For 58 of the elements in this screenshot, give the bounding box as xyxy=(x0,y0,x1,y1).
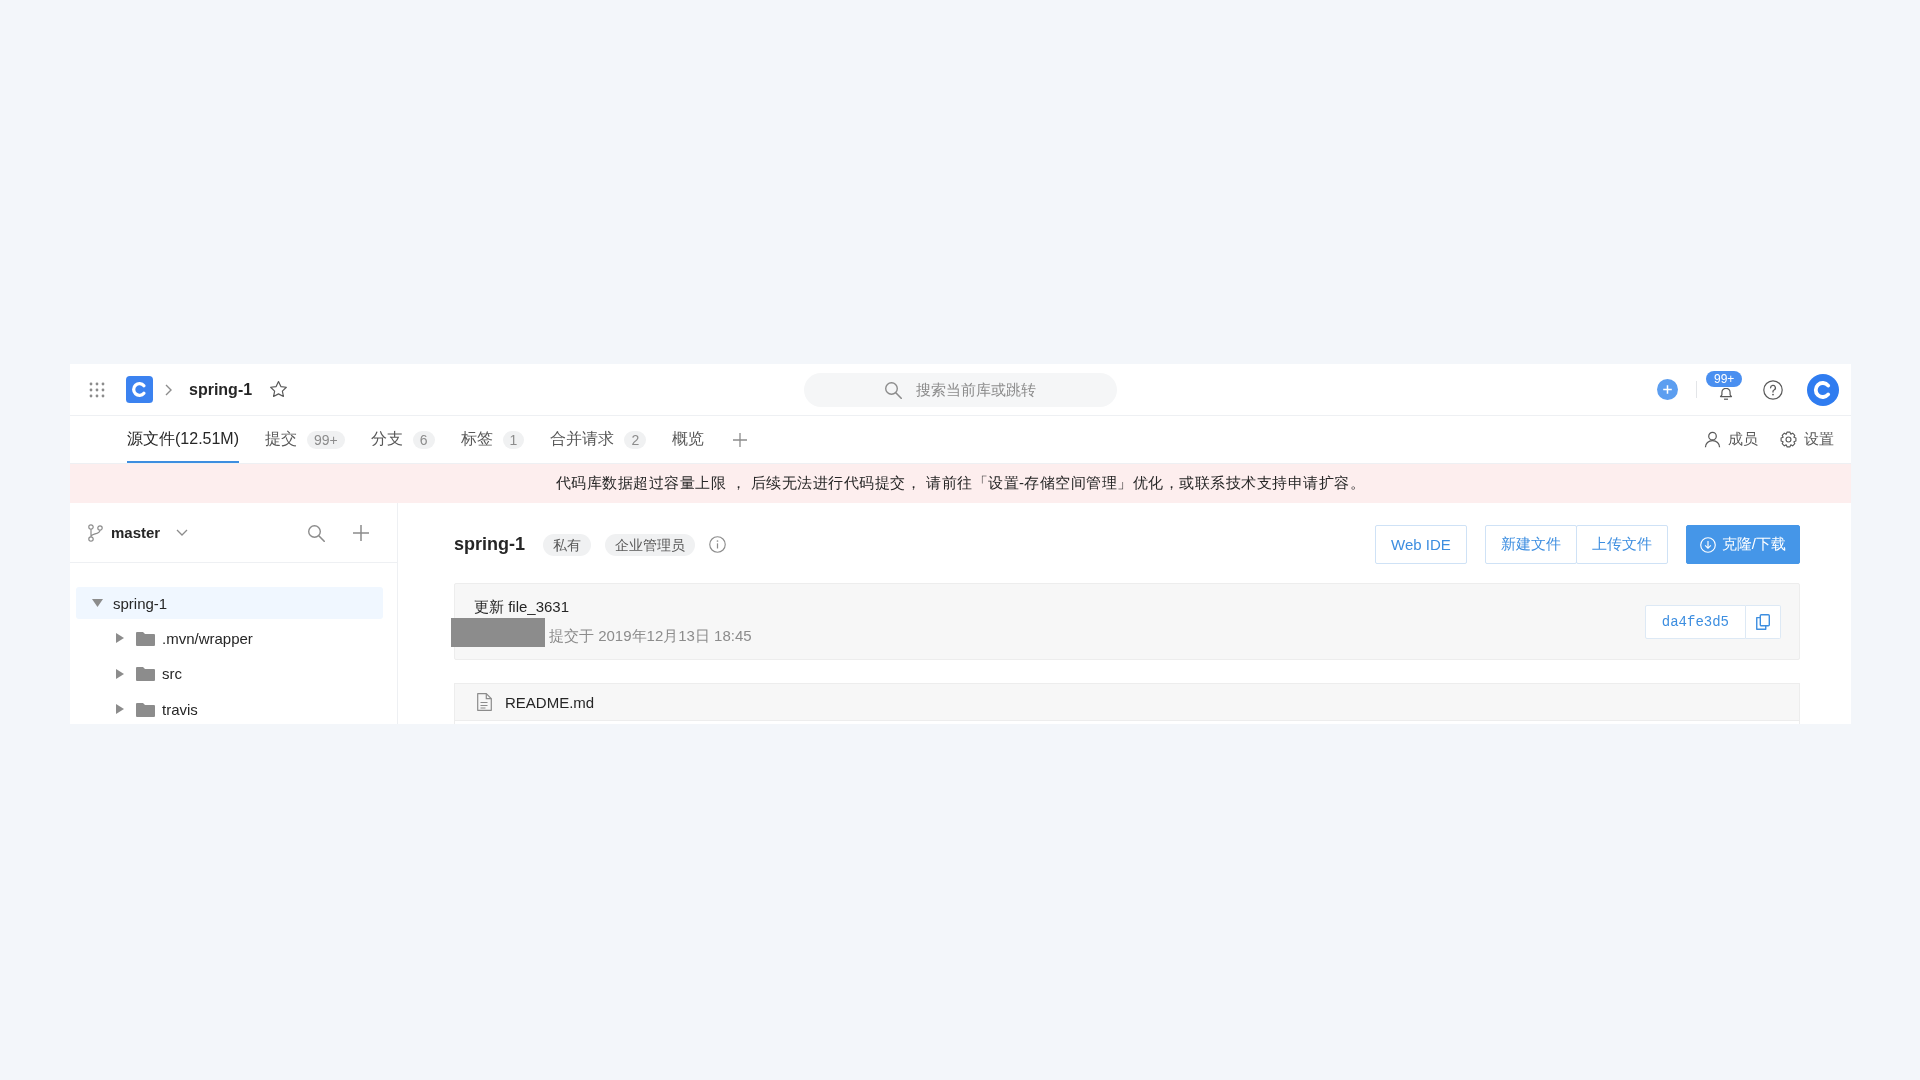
plus-icon[interactable] xyxy=(733,432,748,447)
notification-badge: 99+ xyxy=(1706,370,1743,387)
tree-item[interactable]: src xyxy=(76,657,383,690)
person-icon xyxy=(1704,431,1721,448)
tree-item[interactable]: spring-1 xyxy=(76,587,383,619)
action-button[interactable]: Web IDE xyxy=(1375,525,1467,564)
count-badge: 6 xyxy=(412,430,435,449)
copy-icon xyxy=(1756,613,1770,630)
search-field[interactable]: 搜索当前库或跳转 xyxy=(804,372,1117,407)
triangle-right-icon[interactable] xyxy=(115,668,124,679)
commit-message[interactable]: 更新 file_3631 xyxy=(474,596,570,617)
action-button[interactable]: 新建文件 xyxy=(1484,525,1577,564)
repo-title: spring-1 xyxy=(454,534,525,555)
count-badge: 1 xyxy=(502,430,525,449)
tab[interactable]: 分支 6 xyxy=(370,416,435,463)
gear-icon xyxy=(1780,431,1797,448)
repo-tag: 私有 xyxy=(543,533,591,556)
tab[interactable]: 概览 xyxy=(672,416,705,463)
branch-icon xyxy=(88,523,103,542)
help-icon[interactable] xyxy=(1763,379,1783,400)
project-name[interactable]: spring-1 xyxy=(189,380,253,399)
tab[interactable]: 合并请求 2 xyxy=(550,416,647,463)
action-button[interactable]: 上传文件 xyxy=(1575,525,1668,564)
avatar-icon[interactable] xyxy=(1807,373,1839,406)
download-icon xyxy=(1699,536,1716,553)
warning-text: 代码库数据超过容量上限 ， 后续无法进行代码提交， 请前往「设置-存储空间管理」优化，或联系技术支持申请扩容。 xyxy=(555,474,1366,493)
triangle-right-icon[interactable] xyxy=(115,704,124,715)
settings-button[interactable]: 设置 xyxy=(1780,416,1834,463)
triangle-right-icon[interactable] xyxy=(115,633,124,644)
folder-icon xyxy=(136,630,155,646)
star-icon[interactable] xyxy=(269,380,289,399)
branch-selector[interactable]: master xyxy=(88,523,189,542)
count-badge: 99+ xyxy=(307,430,345,449)
copy-button[interactable] xyxy=(1746,604,1781,639)
count-badge: 2 xyxy=(624,430,647,449)
chevron-down-icon xyxy=(176,529,189,536)
file-row[interactable]: README.md xyxy=(455,684,1799,721)
folder-icon xyxy=(136,666,155,682)
search-icon[interactable] xyxy=(307,523,325,542)
search-icon xyxy=(884,380,902,399)
tab[interactable]: 提交 99+ xyxy=(265,416,345,463)
plus-icon[interactable] xyxy=(353,524,369,541)
members-button[interactable]: 成员 xyxy=(1704,416,1758,463)
tab[interactable]: 标签 1 xyxy=(460,416,525,463)
folder-icon xyxy=(136,701,155,717)
bell-icon[interactable] xyxy=(1719,387,1733,400)
commit-hash-link[interactable]: da4fe3d5 xyxy=(1644,604,1746,639)
chevron-right-icon xyxy=(165,383,172,396)
info-icon[interactable] xyxy=(709,536,726,553)
file-icon xyxy=(477,693,492,711)
commit-time: 提交于 2019年12月13日 18:45 xyxy=(549,627,752,646)
tree-item[interactable]: travis xyxy=(76,693,383,724)
logo-icon[interactable] xyxy=(126,376,153,403)
tree-item[interactable]: .mvn/wrapper xyxy=(76,622,383,655)
app-grid-icon[interactable] xyxy=(89,381,105,398)
triangle-down-icon[interactable] xyxy=(92,599,103,607)
repo-tag: 企业管理员 xyxy=(605,533,695,556)
plus-circle-icon[interactable] xyxy=(1657,379,1678,400)
